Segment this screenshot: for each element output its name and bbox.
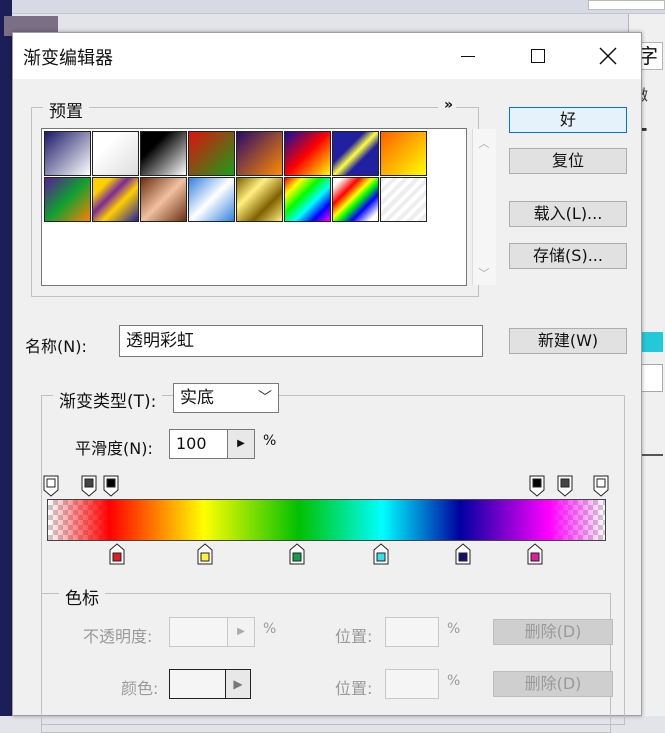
presets-menu-button[interactable]: » <box>438 97 457 113</box>
save-button[interactable]: 存储(S)... <box>509 243 627 269</box>
color-stop[interactable] <box>373 543 389 565</box>
smoothness-input[interactable]: 100 <box>169 429 231 459</box>
reset-button[interactable]: 复位 <box>509 148 627 174</box>
preset-swatch[interactable] <box>236 177 283 222</box>
gradient-editor-dialog: 渐变编辑器 预置 » ︿ ﹀ 好 复位 载入(L)... 存储(S)... 名称… <box>12 32 642 733</box>
color-stops-label: 色标 <box>59 584 105 609</box>
preset-swatch[interactable] <box>140 131 187 176</box>
opacity-stepper-button[interactable]: ▶ <box>227 617 255 647</box>
chevron-down-icon: ﹀ <box>258 390 272 406</box>
delete-opacity-stop-button[interactable]: 删除(D) <box>493 619 613 645</box>
close-button[interactable] <box>585 33 631 79</box>
triangle-right-icon: ▶ <box>237 626 245 637</box>
maximize-button[interactable] <box>515 33 561 79</box>
color-swatch-picker[interactable] <box>169 669 227 699</box>
new-button[interactable]: 新建(W) <box>509 328 627 354</box>
opacity-stop[interactable] <box>81 475 97 497</box>
background-app-strip <box>0 0 665 14</box>
color-location-input[interactable] <box>385 669 439 699</box>
gradient-type-label: 渐变类型(T): <box>53 387 163 412</box>
color-stop[interactable] <box>289 543 305 565</box>
color-label: 颜色: <box>121 679 159 698</box>
close-icon <box>599 47 617 65</box>
preset-swatch[interactable] <box>140 177 187 222</box>
preset-swatch[interactable] <box>188 131 235 176</box>
preset-swatch[interactable] <box>44 177 91 222</box>
smoothness-label: 平滑度(N): <box>75 439 153 458</box>
opacity-stop[interactable] <box>557 475 573 497</box>
minimize-icon <box>461 56 475 57</box>
ok-button[interactable]: 好 <box>509 107 627 133</box>
preset-swatch[interactable] <box>44 131 91 176</box>
location-label: 位置: <box>335 627 373 646</box>
name-input[interactable]: 透明彩虹 <box>119 325 483 357</box>
gradient-fill <box>48 500 605 540</box>
opacity-location-input[interactable] <box>385 617 439 647</box>
presets-label: 预置 <box>43 97 89 122</box>
presets-list[interactable]: ︿ ﹀ <box>41 128 496 286</box>
preset-swatch[interactable] <box>92 177 139 222</box>
opacity-input[interactable] <box>169 617 229 647</box>
smoothness-stepper-button[interactable]: ▶ <box>227 429 255 459</box>
color-stop[interactable] <box>455 543 471 565</box>
opacity-label: 不透明度: <box>83 627 153 646</box>
preset-swatch[interactable] <box>332 177 379 222</box>
preset-swatch[interactable] <box>92 131 139 176</box>
load-button[interactable]: 载入(L)... <box>509 201 627 227</box>
dialog-title: 渐变编辑器 <box>23 48 113 69</box>
color-stops-group <box>41 593 611 733</box>
gradient-preview-bar[interactable] <box>47 499 606 541</box>
opacity-unit: % <box>263 621 277 637</box>
preset-swatch[interactable] <box>236 131 283 176</box>
preset-swatch[interactable] <box>284 177 331 222</box>
preset-swatch[interactable] <box>284 131 331 176</box>
presets-scrollbar[interactable]: ︿ ﹀ <box>472 129 496 285</box>
color-stop[interactable] <box>527 543 543 565</box>
name-label: 名称(N): <box>25 337 87 356</box>
preset-swatch[interactable] <box>380 131 427 176</box>
background-canvas <box>0 0 12 716</box>
preset-swatch[interactable] <box>188 177 235 222</box>
preset-swatch[interactable] <box>380 177 427 222</box>
opacity-stop[interactable] <box>43 475 59 497</box>
location-unit: % <box>447 621 461 637</box>
smoothness-unit: % <box>263 433 277 449</box>
scroll-down-icon[interactable]: ﹀ <box>478 265 490 280</box>
opacity-stop[interactable] <box>103 475 119 497</box>
triangle-right-icon: ▶ <box>233 677 243 691</box>
color-stop[interactable] <box>197 543 213 565</box>
maximize-icon <box>531 49 545 63</box>
scroll-up-icon[interactable]: ︿ <box>478 135 490 150</box>
title-bar: 渐变编辑器 <box>13 33 641 79</box>
background-field <box>588 0 665 10</box>
color-picker-menu-button[interactable]: ▶ <box>225 669 251 699</box>
color-stop[interactable] <box>109 543 125 565</box>
opacity-stop[interactable] <box>529 475 545 497</box>
location-label: 位置: <box>335 679 373 698</box>
delete-color-stop-button[interactable]: 删除(D) <box>493 671 613 697</box>
gradient-type-value: 实底 <box>180 388 214 408</box>
gradient-type-select[interactable]: 实底 ﹀ <box>173 383 279 413</box>
preset-swatch[interactable] <box>332 131 379 176</box>
location-unit: % <box>447 673 461 689</box>
opacity-stop[interactable] <box>593 475 609 497</box>
triangle-right-icon: ▶ <box>237 438 245 449</box>
minimize-button[interactable] <box>445 33 491 79</box>
